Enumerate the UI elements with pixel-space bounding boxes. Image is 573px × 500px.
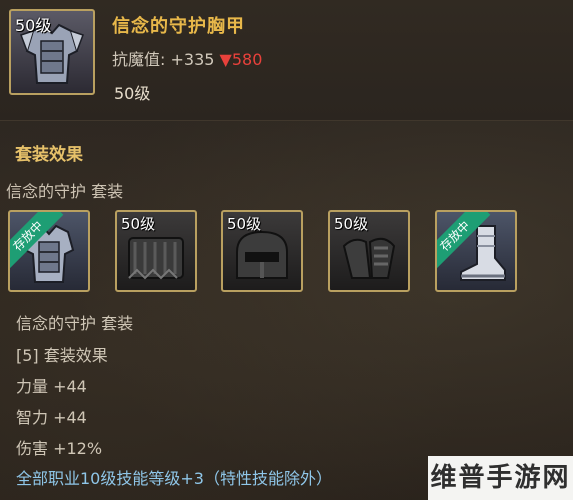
stat-down-value: 580 xyxy=(231,50,263,69)
watermark: 维普手游网 xyxy=(428,456,573,500)
slot-level-tag: 50级 xyxy=(227,215,262,233)
item-level: 50级 xyxy=(114,84,151,103)
item-stat: 抗魔值: +335 ▼580 xyxy=(112,46,262,70)
set-slot-helmet[interactable]: 50级 xyxy=(221,210,303,292)
item-level-tag: 50级 xyxy=(15,16,52,35)
set-effect-heading: 套装效果 xyxy=(15,145,83,165)
stat-strength: 力量 +44 xyxy=(16,377,87,396)
slot-level-tag: 50级 xyxy=(334,215,369,233)
set-slot-legs[interactable]: 50级 xyxy=(115,210,197,292)
set-slot-chest[interactable]: 存放中 xyxy=(8,210,90,292)
slot-level-tag: 50级 xyxy=(121,215,156,233)
set-slot-shoulder[interactable]: 50级 xyxy=(328,210,410,292)
stat-intelligence: 智力 +44 xyxy=(16,408,87,427)
set-bonus-text: 全部职业10级技能等级+3（特性技能除外） xyxy=(16,469,332,488)
stat-damage: 伤害 +12% xyxy=(16,439,103,458)
item-icon-frame[interactable]: 50级 xyxy=(9,9,95,95)
down-arrow-icon: ▼ xyxy=(219,50,232,69)
item-header: 50级 信念的守护胸甲 抗魔值: +335 ▼580 50级 xyxy=(0,0,573,121)
set-info-name: 信念的守护 套装 xyxy=(16,314,134,333)
item-name: 信念的守护胸甲 xyxy=(112,16,245,37)
stat-decrease: ▼580 xyxy=(220,50,263,69)
set-slot-boots[interactable]: 存放中 xyxy=(435,210,517,292)
set-name: 信念的守护 套装 xyxy=(6,182,124,201)
stat-label: 抗魔值: +335 xyxy=(112,50,215,69)
set-effect-label: [5] 套装效果 xyxy=(16,346,108,365)
